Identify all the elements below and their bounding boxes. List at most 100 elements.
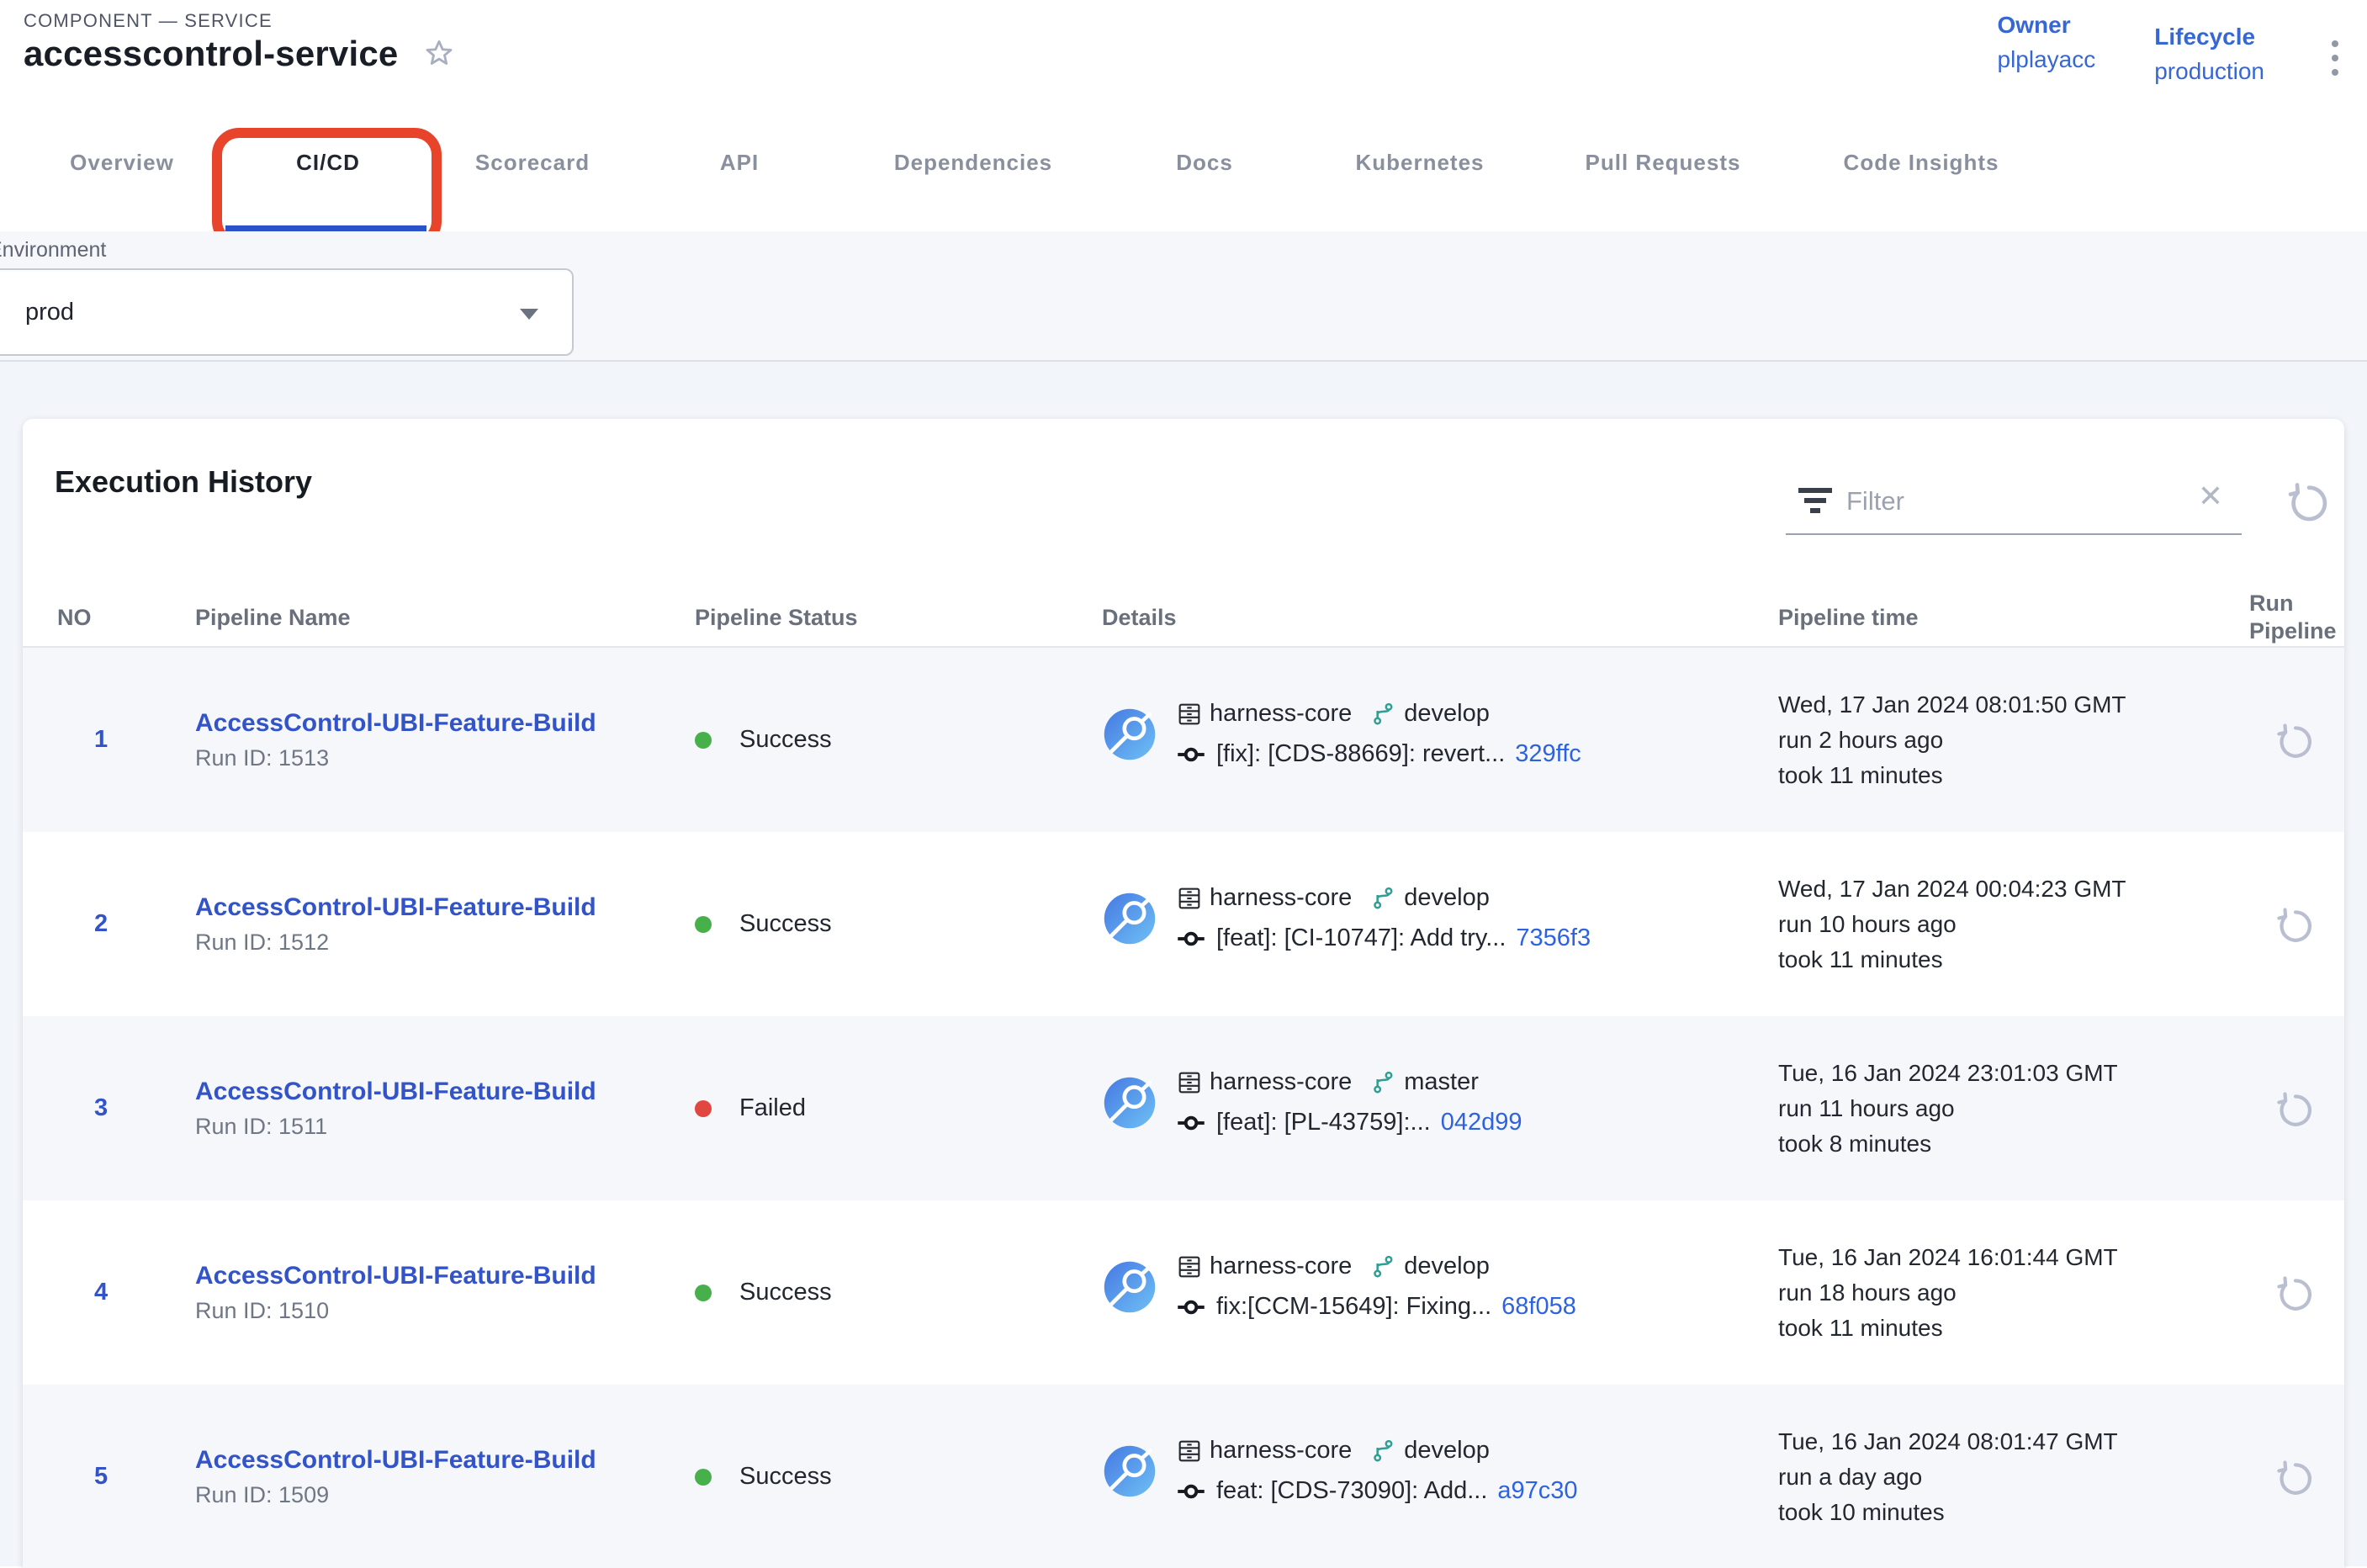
- details-cell: harness-core master: [1102, 1062, 1778, 1143]
- pipeline-status-cell: Success: [695, 1279, 1102, 1306]
- repository-icon: [1176, 701, 1203, 728]
- pipeline-execution-icon[interactable]: [1102, 1259, 1157, 1315]
- status-dot: [695, 732, 712, 749]
- favorite-star-icon[interactable]: [421, 36, 457, 72]
- tab-scorecard[interactable]: Scorecard: [475, 150, 590, 176]
- run-pipeline-icon[interactable]: [2274, 1456, 2317, 1498]
- tab-api[interactable]: API: [720, 150, 759, 176]
- table-row: 4 AccessControl-UBI-Feature-Build Run ID…: [23, 1200, 2344, 1385]
- pipeline-name-cell: AccessControl-UBI-Feature-Build Run ID: …: [195, 1446, 695, 1508]
- tab-dependencies[interactable]: Dependencies: [894, 150, 1052, 176]
- col-details: Details: [1102, 605, 1778, 631]
- pipeline-time-cell: Wed, 17 Jan 2024 00:04:23 GMT run 10 hou…: [1778, 871, 2249, 977]
- branch-name: develop: [1404, 1437, 1490, 1465]
- repository-icon: [1176, 1253, 1203, 1280]
- run-pipeline-icon[interactable]: [2274, 903, 2317, 946]
- pipeline-status-cell: Success: [695, 1463, 1102, 1491]
- repo-branch-line: harness-core develop: [1176, 694, 1581, 734]
- pipeline-name-link[interactable]: AccessControl-UBI-Feature-Build: [195, 1078, 596, 1106]
- tab-docs[interactable]: Docs: [1176, 150, 1233, 176]
- run-pipeline-icon[interactable]: [2274, 1272, 2317, 1314]
- pipeline-execution-icon[interactable]: [1102, 707, 1157, 762]
- pipeline-name-link[interactable]: AccessControl-UBI-Feature-Build: [195, 893, 596, 922]
- time-ago: run a day ago: [1778, 1459, 2249, 1495]
- lifecycle-block: Lifecycle production: [2154, 24, 2264, 85]
- refresh-icon[interactable]: [2285, 478, 2333, 525]
- branch-name: develop: [1404, 700, 1490, 728]
- run-pipeline-icon[interactable]: [2274, 1088, 2317, 1130]
- repo-name: harness-core: [1210, 1253, 1352, 1280]
- pipeline-name-cell: AccessControl-UBI-Feature-Build Run ID: …: [195, 1078, 695, 1140]
- git-branch-icon: [1370, 1438, 1397, 1465]
- owner-block: Owner plplayacc: [1998, 12, 2096, 73]
- owner-label: Owner: [1998, 12, 2096, 39]
- repo-branch-line: harness-core develop: [1176, 878, 1591, 919]
- tab-overview[interactable]: Overview: [70, 150, 174, 176]
- git-commit-icon: [1176, 1292, 1206, 1322]
- row-number: 1: [57, 726, 195, 754]
- lifecycle-link[interactable]: production: [2154, 58, 2264, 85]
- commit-message: feat: [CDS-73090]: Add...: [1216, 1477, 1487, 1505]
- filter-icon: [1796, 488, 1835, 522]
- git-commit-icon: [1176, 924, 1206, 954]
- main-content: Execution History ✕ NO Pipeline Name Pip…: [0, 362, 2367, 1566]
- pipeline-name-cell: AccessControl-UBI-Feature-Build Run ID: …: [195, 893, 695, 956]
- more-options-kebab-icon[interactable]: [2328, 37, 2342, 79]
- git-branch-icon: [1370, 1069, 1397, 1096]
- repository-icon: [1176, 1069, 1203, 1096]
- row-number: 3: [57, 1094, 195, 1122]
- row-number: 2: [57, 910, 195, 938]
- tab-cicd[interactable]: CI/CD: [296, 150, 360, 176]
- commit-line: [feat]: [PL-43759]:... 042d99: [1176, 1103, 1522, 1143]
- commit-hash-link[interactable]: 329ffc: [1515, 740, 1581, 768]
- time-gmt: Wed, 17 Jan 2024 00:04:23 GMT: [1778, 871, 2249, 907]
- commit-message: [feat]: [CI-10747]: Add try...: [1216, 924, 1506, 952]
- col-pipeline-name: Pipeline Name: [195, 605, 695, 631]
- pipeline-time-cell: Tue, 16 Jan 2024 23:01:03 GMT run 11 hou…: [1778, 1056, 2249, 1162]
- time-gmt: Wed, 17 Jan 2024 08:01:50 GMT: [1778, 687, 2249, 723]
- tab-pull-requests[interactable]: Pull Requests: [1586, 150, 1741, 176]
- col-pipeline-status: Pipeline Status: [695, 605, 1102, 631]
- environment-select[interactable]: prod: [0, 268, 574, 356]
- owner-link[interactable]: plplayacc: [1998, 46, 2096, 73]
- git-commit-icon: [1176, 739, 1206, 770]
- tab-code-insights[interactable]: Code Insights: [1844, 150, 1999, 176]
- status-text: Failed: [739, 1094, 806, 1122]
- pipeline-time-cell: Tue, 16 Jan 2024 16:01:44 GMT run 18 hou…: [1778, 1240, 2249, 1346]
- status-text: Success: [739, 1279, 832, 1306]
- chevron-down-icon: [520, 309, 538, 320]
- table-row: 3 AccessControl-UBI-Feature-Build Run ID…: [23, 1016, 2344, 1200]
- commit-message: [feat]: [PL-43759]:...: [1216, 1109, 1431, 1136]
- pipeline-execution-icon[interactable]: [1102, 1075, 1157, 1131]
- details-cell: harness-core develop: [1102, 878, 1778, 959]
- pipeline-time-cell: Wed, 17 Jan 2024 08:01:50 GMT run 2 hour…: [1778, 687, 2249, 793]
- table-row: 1 AccessControl-UBI-Feature-Build Run ID…: [23, 648, 2344, 832]
- commit-message: [fix]: [CDS-88669]: revert...: [1216, 740, 1505, 768]
- run-pipeline-cell: [2249, 903, 2344, 946]
- branch-name: develop: [1404, 1253, 1490, 1280]
- commit-hash-link[interactable]: a97c30: [1497, 1477, 1577, 1505]
- status-dot: [695, 1469, 712, 1486]
- repo-name: harness-core: [1210, 1437, 1352, 1465]
- filter-input[interactable]: [1845, 474, 2164, 528]
- lifecycle-label: Lifecycle: [2154, 24, 2264, 50]
- commit-hash-link[interactable]: 042d99: [1441, 1109, 1522, 1136]
- table-header: NO Pipeline Name Pipeline Status Details…: [23, 589, 2344, 648]
- commit-hash-link[interactable]: 7356f3: [1516, 924, 1591, 952]
- card-header: Execution History ✕: [23, 419, 2344, 589]
- time-ago: run 2 hours ago: [1778, 723, 2249, 758]
- run-pipeline-cell: [2249, 1088, 2344, 1130]
- pipeline-name-link[interactable]: AccessControl-UBI-Feature-Build: [195, 1262, 596, 1290]
- time-ago: run 11 hours ago: [1778, 1091, 2249, 1126]
- pipeline-execution-icon[interactable]: [1102, 891, 1157, 946]
- pipeline-name-link[interactable]: AccessControl-UBI-Feature-Build: [195, 1446, 596, 1475]
- tab-kubernetes[interactable]: Kubernetes: [1355, 150, 1484, 176]
- commit-line: fix:[CCM-15649]: Fixing... 68f058: [1176, 1287, 1576, 1327]
- pipeline-name-link[interactable]: AccessControl-UBI-Feature-Build: [195, 709, 596, 738]
- page-title: accesscontrol-service: [24, 34, 398, 74]
- commit-hash-link[interactable]: 68f058: [1501, 1293, 1576, 1321]
- entity-kind-label: COMPONENT — SERVICE: [24, 10, 273, 32]
- run-pipeline-icon[interactable]: [2274, 719, 2317, 761]
- pipeline-execution-icon[interactable]: [1102, 1444, 1157, 1499]
- clear-filter-icon[interactable]: ✕: [2198, 481, 2223, 511]
